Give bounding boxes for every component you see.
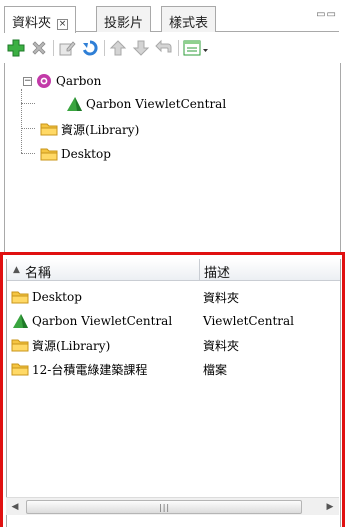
add-button[interactable] <box>6 38 26 58</box>
view-menu-button[interactable] <box>182 38 210 58</box>
horizontal-scrollbar[interactable]: ◀ ||| ▶ <box>6 497 339 515</box>
tree-item-desktop[interactable]: Desktop <box>40 144 111 164</box>
gray-x-icon <box>32 41 46 55</box>
collapse-icon[interactable]: − <box>23 76 32 86</box>
move-down-button[interactable] <box>131 38 151 58</box>
tab-stylesheets-label: 樣式表 <box>169 16 209 31</box>
delete-button[interactable] <box>29 38 49 58</box>
tab-slides[interactable]: 投影片 <box>96 6 152 32</box>
tab-slides-label: 投影片 <box>104 16 144 31</box>
folder-icon <box>40 146 58 162</box>
toolbar-divider <box>53 40 54 56</box>
list-item-description: 檔案 <box>203 362 228 377</box>
folder-icon <box>40 121 58 137</box>
tree-item-label: Desktop <box>61 147 111 161</box>
list-item[interactable]: Desktop 資料夾 <box>7 287 340 307</box>
tree-connector <box>21 89 22 153</box>
refresh-button[interactable] <box>80 38 100 58</box>
tab-stylesheets[interactable]: 樣式表 <box>161 6 217 32</box>
scrollbar-thumb[interactable]: ||| <box>26 500 302 514</box>
list-item[interactable]: Qarbon ViewletCentral ViewletCentral <box>7 311 340 331</box>
content-list: ▲ 名稱 描述 Desktop 資料夾 Qarbon ViewletCentra… <box>6 259 341 527</box>
column-header-name[interactable]: 名稱 <box>25 262 51 281</box>
folder-icon <box>11 361 29 377</box>
back-arrow-icon <box>155 39 172 53</box>
tree-item-label: 資源(Library) <box>61 122 140 137</box>
tree-item-label: Qarbon ViewletCentral <box>86 97 227 111</box>
toolbar <box>6 34 339 62</box>
tree-item-qarbon[interactable]: − Qarbon <box>23 71 101 91</box>
qarbon-logo-icon <box>35 73 53 89</box>
green-plus-icon <box>7 39 25 57</box>
list-item-name: 資源(Library) <box>32 338 111 353</box>
sort-ascending-icon: ▲ <box>13 265 20 275</box>
tree-connector <box>21 153 35 154</box>
move-up-button[interactable] <box>108 38 128 58</box>
close-icon[interactable]: × <box>57 19 69 30</box>
folder-icon <box>11 289 29 305</box>
list-item[interactable]: 12-台積電綠建築課程 檔案 <box>7 359 340 379</box>
window-controls[interactable]: ▭▭ <box>316 9 337 20</box>
scroll-right-icon[interactable]: ▶ <box>323 500 337 514</box>
column-divider[interactable] <box>199 259 200 281</box>
up-arrow-icon <box>109 40 127 56</box>
scroll-left-icon[interactable]: ◀ <box>8 500 22 514</box>
list-item-name: Desktop <box>32 290 82 304</box>
blue-refresh-icon <box>82 40 98 56</box>
edit-button[interactable] <box>57 38 77 58</box>
list-header: ▲ 名稱 描述 <box>7 259 340 281</box>
view-dropdown-icon <box>183 40 208 56</box>
tree-connector <box>21 128 35 129</box>
green-cone-icon <box>65 96 83 112</box>
column-header-description[interactable]: 描述 <box>204 262 230 281</box>
toolbar-divider <box>104 40 105 56</box>
tab-folders[interactable]: 資料夾 × <box>4 6 77 33</box>
list-item[interactable]: 資源(Library) 資料夾 <box>7 335 340 355</box>
folder-tree: − Qarbon Qarbon ViewletCentral 資源(Librar… <box>4 63 341 253</box>
green-cone-icon <box>11 313 29 329</box>
tab-bar: 資料夾 × 投影片 樣式表 <box>4 6 339 33</box>
list-item-name: Qarbon ViewletCentral <box>32 314 173 328</box>
tree-item-label: Qarbon <box>56 74 102 88</box>
list-item-description: 資料夾 <box>203 338 240 353</box>
grip-icon: ||| <box>159 503 171 512</box>
tab-folders-label: 資料夾 <box>12 16 52 31</box>
down-arrow-icon <box>132 40 150 56</box>
list-item-description: ViewletCentral <box>203 314 294 328</box>
edit-icon <box>59 41 76 56</box>
list-item-name: 12-台積電綠建築課程 <box>32 362 148 377</box>
tree-item-library[interactable]: 資源(Library) <box>40 119 139 139</box>
list-item-description: 資料夾 <box>203 290 240 305</box>
toolbar-divider <box>178 40 179 56</box>
tree-item-viewletcentral[interactable]: Qarbon ViewletCentral <box>65 94 226 114</box>
tree-connector <box>21 103 35 104</box>
back-button[interactable] <box>154 38 174 58</box>
folder-icon <box>11 337 29 353</box>
